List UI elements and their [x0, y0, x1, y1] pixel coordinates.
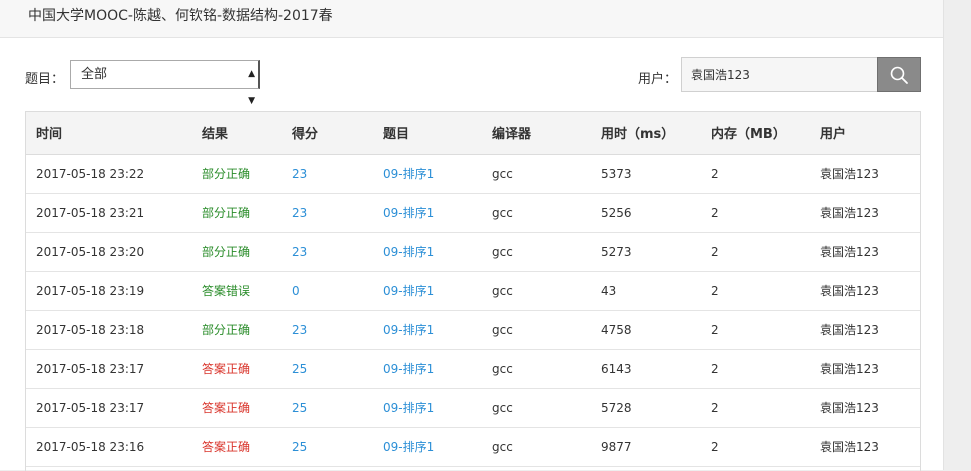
cell-user: 袁国浩123: [820, 323, 879, 337]
table-row: 2017-05-18 23:21 部分正确 23 09-排序1 gcc 5256 2 袁国浩1…: [26, 193, 920, 232]
cell-memory: 2: [711, 244, 719, 259]
cell-time: 2017-05-18 23:21: [36, 205, 145, 220]
cell-time-ms: 4758: [601, 322, 632, 337]
column-header: 内存（MB）: [701, 112, 810, 155]
column-header: 编译器: [482, 112, 591, 155]
cell-user: 袁国浩123: [820, 245, 879, 259]
table-body: 2017-05-18 23:22 部分正确 23 09-排序1 gcc 5373 2 袁国浩1…: [26, 154, 920, 466]
cell-time: 2017-05-18 23:16: [36, 439, 145, 454]
table-row: 2017-05-18 23:16 答案正确 25 09-排序1 gcc 9877 2 袁国浩1…: [26, 427, 920, 466]
cell-result: 部分正确: [202, 323, 251, 337]
cell-result: 答案正确: [202, 440, 251, 454]
cell-score-link[interactable]: 25: [282, 388, 373, 427]
cell-memory: 2: [711, 205, 719, 220]
cell-time: 2017-05-18 23:19: [36, 283, 145, 298]
cell-problem-link[interactable]: 09-排序1: [373, 154, 482, 193]
cell-problem-link[interactable]: 09-排序1: [373, 271, 482, 310]
column-header: 用户: [810, 112, 920, 155]
table-row: 2017-05-18 23:19 答案错误 0 09-排序1 gcc 43 2 袁国浩123: [26, 271, 920, 310]
cell-user: 袁国浩123: [820, 284, 879, 298]
submissions-table: 时间 结果 得分 题目 编译器 用时（ms） 内存（MB） 用户 2017-05-18 23:…: [25, 111, 921, 471]
cell-score-link[interactable]: 23: [282, 193, 373, 232]
cell-score-link[interactable]: 23: [282, 310, 373, 349]
cell-user: 袁国浩123: [820, 167, 879, 181]
dropdown-arrow-icon: ▲ ▼: [248, 69, 255, 106]
cell-memory: 2: [711, 361, 719, 376]
problem-filter-select[interactable]: 全部 ▲ ▼: [70, 60, 260, 106]
user-filter-label: 用户：: [638, 72, 678, 87]
cell-problem-link[interactable]: 09-排序1: [373, 193, 482, 232]
cell-score-link[interactable]: 23: [282, 154, 373, 193]
cell-result: 部分正确: [202, 245, 251, 259]
table-header-row: 时间 结果 得分 题目 编译器 用时（ms） 内存（MB） 用户: [26, 112, 920, 155]
cell-result: 答案正确: [202, 362, 251, 376]
cell-time: 2017-05-18 23:22: [36, 166, 145, 181]
cell-memory: 2: [711, 322, 719, 337]
column-header: 题目: [373, 112, 482, 155]
table-row: 2017-05-18 23:20 部分正确 23 09-排序1 gcc 5273 2 袁国浩1…: [26, 232, 920, 271]
cell-compiler: gcc: [492, 400, 513, 415]
cell-time-ms: 5256: [601, 205, 632, 220]
problem-filter-value: 全部: [81, 67, 108, 82]
cell-score-link[interactable]: 0: [282, 271, 373, 310]
cell-time-ms: 9877: [601, 439, 632, 454]
problem-filter-label: 题目：: [25, 72, 65, 87]
cell-memory: 2: [711, 283, 719, 298]
cell-compiler: gcc: [492, 205, 513, 220]
search-icon: [890, 66, 908, 84]
cell-result: 部分正确: [202, 206, 251, 220]
cell-time: 2017-05-18 23:18: [36, 322, 145, 337]
cell-compiler: gcc: [492, 166, 513, 181]
column-header: 时间: [26, 112, 192, 155]
cell-time: 2017-05-18 23:20: [36, 244, 145, 259]
cell-time: 2017-05-18 23:17: [36, 361, 145, 376]
cell-user: 袁国浩123: [820, 440, 879, 454]
search-button[interactable]: [877, 57, 921, 92]
cell-memory: 2: [711, 400, 719, 415]
cell-compiler: gcc: [492, 283, 513, 298]
filter-bar: 题目： 全部 ▲ ▼ 用户：: [0, 38, 943, 108]
page-title: 中国大学MOOC-陈越、何钦铭-数据结构-2017春: [0, 0, 943, 38]
cell-time-ms: 6143: [601, 361, 632, 376]
cell-problem-link[interactable]: 09-排序1: [373, 232, 482, 271]
cell-compiler: gcc: [492, 244, 513, 259]
column-header: 用时（ms）: [591, 112, 701, 155]
cell-time-ms: 5373: [601, 166, 632, 181]
table-row: 2017-05-18 23:17 答案正确 25 09-排序1 gcc 5728 2 袁国浩1…: [26, 388, 920, 427]
cell-score-link[interactable]: 25: [282, 427, 373, 466]
table-row: 2017-05-18 23:17 答案正确 25 09-排序1 gcc 6143 2 袁国浩1…: [26, 349, 920, 388]
cell-compiler: gcc: [492, 322, 513, 337]
column-header: 结果: [192, 112, 282, 155]
cell-time-ms: 5273: [601, 244, 632, 259]
table-row: 2017-05-18 23:18 部分正确 23 09-排序1 gcc 4758 2 袁国浩1…: [26, 310, 920, 349]
cell-compiler: gcc: [492, 439, 513, 454]
cell-time: 2017-05-18 23:17: [36, 400, 145, 415]
user-filter-input[interactable]: [681, 57, 878, 92]
cell-memory: 2: [711, 439, 719, 454]
cell-user: 袁国浩123: [820, 401, 879, 415]
column-header: 得分: [282, 112, 373, 155]
submissions-card: 中国大学MOOC-陈越、何钦铭-数据结构-2017春 题目： 全部 ▲ ▼ 用户：…: [0, 0, 944, 471]
cell-problem-link[interactable]: 09-排序1: [373, 310, 482, 349]
cell-score-link[interactable]: 23: [282, 232, 373, 271]
cell-problem-link[interactable]: 09-排序1: [373, 388, 482, 427]
cell-problem-link[interactable]: 09-排序1: [373, 349, 482, 388]
cell-result: 答案正确: [202, 401, 251, 415]
cell-compiler: gcc: [492, 361, 513, 376]
cell-result: 部分正确: [202, 167, 251, 181]
cell-time-ms: 43: [601, 283, 617, 298]
table-row: 2017-05-18 23:22 部分正确 23 09-排序1 gcc 5373 2 袁国浩1…: [26, 154, 920, 193]
cell-score-link[interactable]: 25: [282, 349, 373, 388]
cell-result: 答案错误: [202, 284, 251, 298]
cell-memory: 2: [711, 166, 719, 181]
cell-problem-link[interactable]: 09-排序1: [373, 427, 482, 466]
cell-user: 袁国浩123: [820, 206, 879, 220]
cell-user: 袁国浩123: [820, 362, 879, 376]
cell-time-ms: 5728: [601, 400, 632, 415]
